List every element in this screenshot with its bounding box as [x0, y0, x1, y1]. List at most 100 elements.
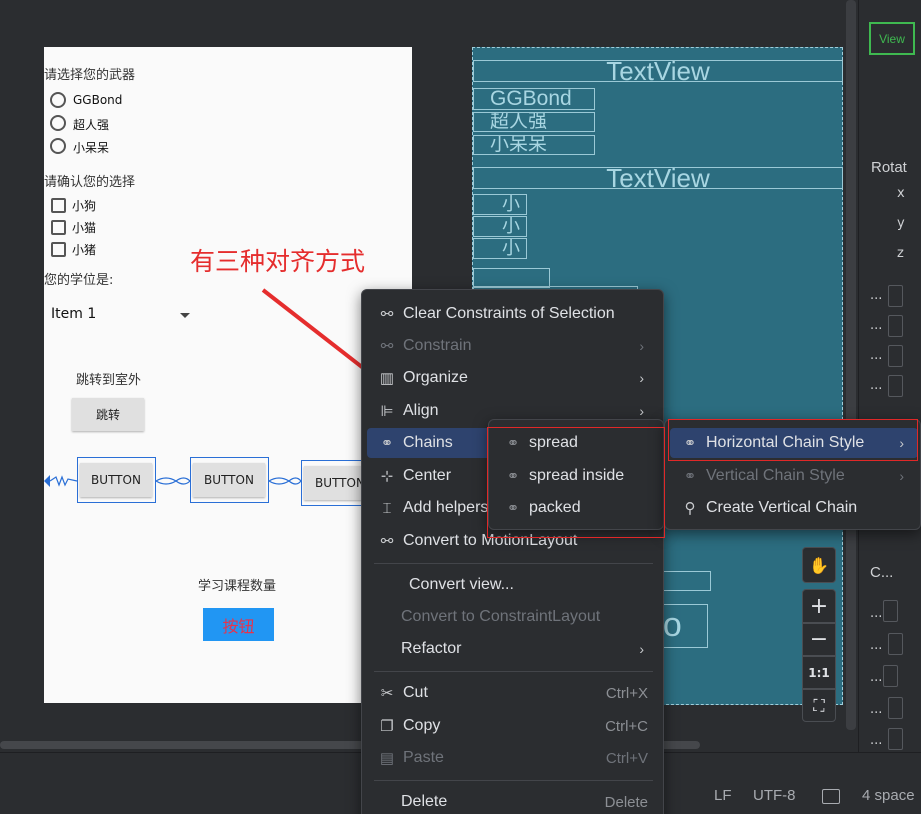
attribute-more[interactable]: ... [870, 702, 882, 717]
design-preview[interactable]: 请选择您的武器 GGBond 超人强 小呆呆 请确认您的选择 小狗 小猫 小猪 … [44, 47, 412, 703]
zoom-in-icon[interactable]: + [802, 589, 836, 623]
attribute-more[interactable]: ... [870, 378, 882, 393]
radio-button[interactable] [50, 138, 66, 154]
checkbox[interactable] [51, 220, 66, 235]
shortcut-label: Delete [604, 793, 648, 811]
menu-item-delete[interactable]: Delete Delete [367, 787, 658, 814]
attribute-field[interactable] [888, 375, 903, 397]
organize-icon: ▥ [379, 370, 395, 387]
paste-icon: ▤ [379, 750, 395, 767]
menu-item-constrain[interactable]: ⚯ Constrain › [367, 331, 658, 361]
blueprint-radio[interactable]: 超人强 [473, 112, 595, 132]
fit-screen-icon[interactable]: ⛶ [802, 689, 836, 722]
highlight-box [487, 427, 665, 538]
menu-item-paste[interactable]: ▤ Paste Ctrl+V [367, 743, 658, 773]
blueprint-checkbox[interactable]: 小 [473, 194, 527, 215]
radio-button[interactable] [50, 92, 66, 108]
pan-icon[interactable]: ✋ [802, 547, 836, 583]
attribute-field[interactable] [888, 285, 903, 307]
menu-item-label: Align [403, 402, 439, 419]
attribute-more[interactable]: ... [870, 348, 882, 363]
attribute-more[interactable]: ... [870, 638, 882, 653]
readonly-icon[interactable] [822, 789, 840, 804]
degree-label: 您的学位是: [44, 273, 114, 288]
axis-x-label: x [897, 186, 905, 201]
constrain-icon: ⚯ [380, 338, 394, 355]
vertical-scrollbar[interactable] [846, 0, 856, 730]
menu-item-clear-constraints[interactable]: ⚯ Clear Constraints of Selection [367, 299, 658, 329]
align-icon: ⊫ [380, 403, 394, 420]
attribute-more[interactable]: ... [870, 733, 882, 748]
checkbox[interactable] [51, 198, 66, 213]
rotation-label: Rotat [871, 159, 907, 176]
blueprint-checkbox[interactable]: 小 [473, 238, 527, 259]
chevron-right-icon: › [639, 370, 644, 386]
blueprint-textview[interactable]: TextView [473, 60, 843, 82]
menu-item-copy[interactable]: ❐ Copy Ctrl+C [367, 711, 658, 741]
attribute-field[interactable] [888, 728, 903, 750]
actual-size-icon[interactable]: 1:1 [802, 656, 836, 689]
shortcut-label: Ctrl+X [605, 684, 648, 702]
blueprint-radio[interactable]: GGBond [473, 88, 595, 110]
attribute-more[interactable]: ... [870, 318, 882, 333]
attribute-field[interactable] [888, 345, 903, 367]
menu-item-label: Cut [403, 684, 428, 701]
chain-button-1[interactable]: BUTTON [80, 463, 152, 497]
attribute-dropdown[interactable] [883, 600, 898, 622]
checkbox-label: 小猪 [72, 243, 97, 257]
chevron-right-icon: › [899, 468, 904, 484]
menu-item-convert-constraint[interactable]: Convert to ConstraintLayout [367, 602, 658, 632]
menu-item-label: Vertical Chain Style [706, 467, 845, 484]
menu-separator [374, 780, 653, 781]
axis-y-label: y [897, 216, 905, 231]
menu-item-vertical-chain-style[interactable]: ⚭ Vertical Chain Style › [670, 461, 918, 491]
jump-button[interactable]: 跳转 [72, 398, 144, 431]
create-chain-icon: ⚲ [684, 500, 696, 517]
attribute-more[interactable]: ... [870, 288, 882, 303]
indent-setting[interactable]: 4 space [862, 787, 915, 804]
chain-button-2[interactable]: BUTTON [193, 463, 265, 497]
menu-item-create-vertical-chain[interactable]: ⚲ Create Vertical Chain [670, 493, 918, 523]
menu-item-organize[interactable]: ▥ Organize › [367, 363, 658, 393]
menu-item-refactor[interactable]: Refactor › [367, 634, 658, 664]
chain-icon: ⚭ [683, 468, 697, 485]
blueprint-checkbox[interactable]: 小 [473, 216, 527, 237]
annotation-text: 有三种对齐方式 [190, 247, 366, 276]
checkbox-label: 小狗 [72, 199, 97, 213]
menu-separator [374, 563, 653, 564]
radio-button[interactable] [50, 115, 66, 131]
attribute-dropdown[interactable] [883, 665, 898, 687]
menu-item-label: Refactor [401, 640, 462, 657]
attribute-field[interactable] [888, 315, 903, 337]
menu-item-label: Clear Constraints of Selection [403, 305, 615, 322]
blueprint-radio[interactable]: 小呆呆 [473, 135, 595, 155]
menu-item-cut[interactable]: ✂ Cut Ctrl+X [367, 678, 658, 708]
highlight-box [668, 419, 918, 461]
jump-label: 跳转到室外 [76, 373, 142, 388]
section-header[interactable]: C... [870, 564, 893, 581]
degree-spinner[interactable]: Item 1 [51, 306, 96, 322]
checkbox[interactable] [51, 242, 66, 257]
dropdown-arrow-icon[interactable] [180, 313, 190, 318]
menu-item-convert-view[interactable]: Convert view... [367, 570, 658, 600]
menu-item-label: Add helpers [403, 499, 489, 516]
cut-icon: ✂ [380, 685, 394, 702]
menu-item-label: Copy [403, 717, 441, 734]
attribute-more[interactable]: ... [870, 606, 882, 621]
zoom-out-icon[interactable]: − [802, 623, 836, 656]
file-encoding[interactable]: UTF-8 [753, 787, 796, 804]
shortcut-label: Ctrl+C [605, 717, 648, 735]
action-button[interactable]: 按钮 [203, 608, 274, 641]
view-badge[interactable]: View [869, 22, 915, 55]
attribute-field[interactable] [888, 697, 903, 719]
menu-item-label: Convert to ConstraintLayout [401, 608, 601, 625]
radio-label: 小呆呆 [73, 141, 110, 155]
attribute-more[interactable]: ... [870, 670, 882, 685]
radio-label: GGBond [73, 93, 123, 107]
blueprint-textview[interactable]: TextView [473, 167, 843, 189]
menu-separator [374, 671, 653, 672]
blueprint-label[interactable] [473, 268, 550, 288]
line-separator[interactable]: LF [714, 787, 732, 804]
weapon-label: 请选择您的武器 [44, 68, 136, 83]
attribute-field[interactable] [888, 633, 903, 655]
